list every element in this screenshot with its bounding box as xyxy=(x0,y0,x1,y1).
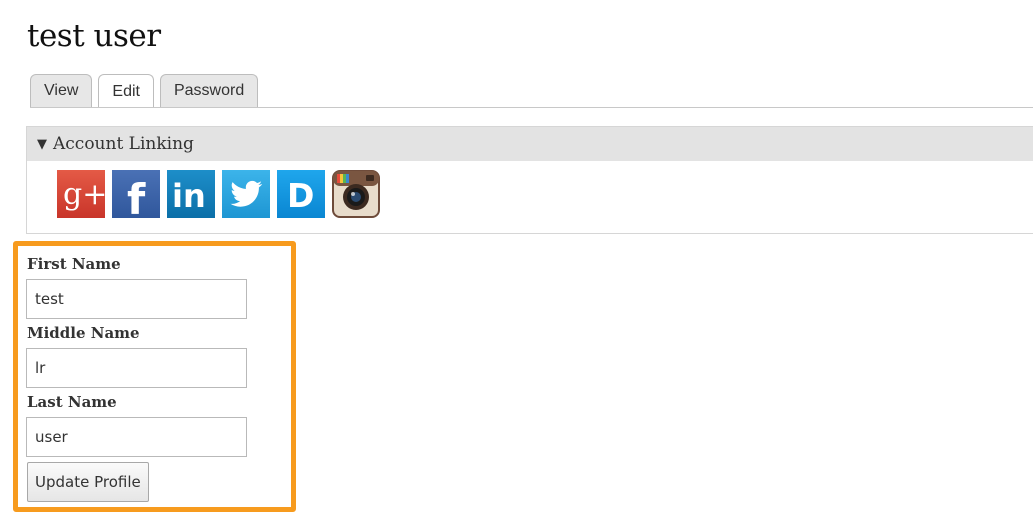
instagram-icon[interactable] xyxy=(332,170,380,218)
account-linking-legend[interactable]: ▼ Account Linking xyxy=(27,127,1033,161)
tab-password[interactable]: Password xyxy=(159,74,259,107)
linkedin-icon[interactable]: in xyxy=(167,170,215,218)
update-profile-button[interactable]: Update Profile xyxy=(27,462,149,502)
tab-bar: View Edit Password xyxy=(30,74,264,108)
last-name-field[interactable] xyxy=(26,417,247,457)
google-plus-glyph: g+ xyxy=(63,177,105,212)
tab-edit[interactable]: Edit xyxy=(98,74,154,108)
linkedin-glyph: in xyxy=(172,177,206,215)
facebook-glyph: f xyxy=(127,175,146,218)
collapse-triangle-icon: ▼ xyxy=(37,136,47,152)
disqus-icon[interactable]: D xyxy=(277,170,325,218)
account-linking-title: Account Linking xyxy=(53,134,194,154)
account-linking-fieldset: ▼ Account Linking g+ f in D xyxy=(26,126,1033,234)
disqus-glyph: D xyxy=(287,176,314,215)
tab-view[interactable]: View xyxy=(30,74,93,107)
last-name-label: Last Name xyxy=(27,393,117,411)
social-login-list: g+ f in D xyxy=(57,170,387,218)
twitter-icon[interactable] xyxy=(222,170,270,218)
page-title: test user xyxy=(27,18,161,54)
google-plus-icon[interactable]: g+ xyxy=(57,170,105,218)
first-name-field[interactable] xyxy=(26,279,247,319)
middle-name-label: Middle Name xyxy=(27,324,140,342)
tabs-divider xyxy=(30,107,1033,108)
facebook-icon[interactable]: f xyxy=(112,170,160,218)
first-name-label: First Name xyxy=(27,255,121,273)
middle-name-field[interactable] xyxy=(26,348,247,388)
